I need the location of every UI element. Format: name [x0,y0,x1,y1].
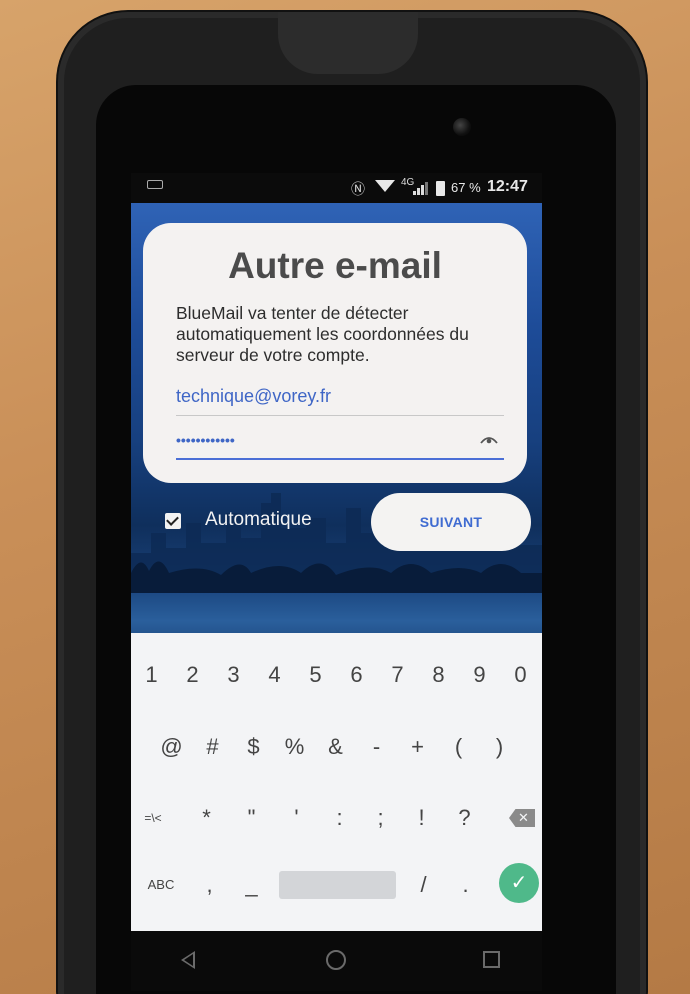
email-field[interactable]: technique@vorey.fr [176,386,504,416]
status-bar: Ⓝ 4G 67 % 12:47 [131,173,542,203]
key[interactable]: . [445,855,486,915]
key[interactable]: 1 [131,645,172,705]
keyboard-row-more-symbols: =\< * " ' : ; ! ? [131,788,542,848]
phone-top-bump [278,12,418,74]
key[interactable]: @ [151,717,192,777]
battery-icon [436,181,445,196]
key[interactable]: ; [360,788,401,848]
key[interactable]: 3 [213,645,254,705]
eye-icon[interactable] [480,434,498,444]
key[interactable]: + [397,717,438,777]
page-title: Autre e-mail [228,245,442,286]
key[interactable]: 4 [254,645,295,705]
keyboard: 1 2 3 4 5 6 7 8 9 0 @ # $ % & - + ( ) =\… [131,633,542,931]
backspace-icon[interactable] [509,809,535,827]
nfc-icon: Ⓝ [351,181,365,197]
clock: 12:47 [487,178,528,195]
battery-percent: 67 % [451,180,481,195]
key[interactable]: : [319,788,360,848]
front-camera [453,118,471,136]
password-field[interactable]: •••••••••••• [176,428,504,460]
key[interactable]: $ [233,717,274,777]
key[interactable]: ' [276,788,317,848]
key[interactable]: ) [479,717,520,777]
key[interactable]: 5 [295,645,336,705]
password-value: •••••••••••• [176,432,235,448]
abc-key[interactable]: ABC [136,855,186,915]
more-symbols-key[interactable]: =\< [131,788,175,848]
key[interactable]: / [403,855,444,915]
key[interactable]: 0 [500,645,541,705]
keyboard-row-symbols: @ # $ % & - + ( ) [131,717,542,777]
home-icon[interactable] [326,950,346,970]
key[interactable]: % [274,717,315,777]
key[interactable]: 8 [418,645,459,705]
next-button[interactable]: SUIVANT [371,493,531,551]
key[interactable]: ! [401,788,442,848]
back-icon[interactable] [181,951,195,969]
key[interactable]: , [189,855,230,915]
key[interactable]: " [231,788,272,848]
key[interactable]: # [192,717,233,777]
keyboard-notification-icon [147,180,163,189]
check-icon[interactable] [165,513,181,529]
space-key[interactable] [279,871,396,899]
key[interactable]: 2 [172,645,213,705]
key[interactable]: ( [438,717,479,777]
check-icon[interactable]: ✓ [499,863,539,903]
navigation-bar [131,931,542,991]
login-card: Autre e-mail BlueMail va tenter de détec… [143,223,527,483]
key[interactable]: * [186,788,227,848]
recents-icon[interactable] [483,951,500,968]
automatic-label: Automatique [205,509,312,530]
key[interactable]: 9 [459,645,500,705]
keyboard-row-bottom: ABC , _ / . ✓ [131,855,542,915]
key[interactable]: _ [231,855,272,915]
key[interactable]: 7 [377,645,418,705]
description-text: BlueMail va tenter de détecter automatiq… [176,303,469,365]
wifi-icon [375,180,395,192]
key[interactable]: & [315,717,356,777]
key[interactable]: - [356,717,397,777]
key[interactable]: ? [444,788,485,848]
keyboard-row-digits: 1 2 3 4 5 6 7 8 9 0 [131,645,542,705]
signal-icon [413,182,431,195]
key[interactable]: 6 [336,645,377,705]
phone-screen: Ⓝ 4G 67 % 12:47 Autre e-mail BlueMail va… [131,173,542,991]
